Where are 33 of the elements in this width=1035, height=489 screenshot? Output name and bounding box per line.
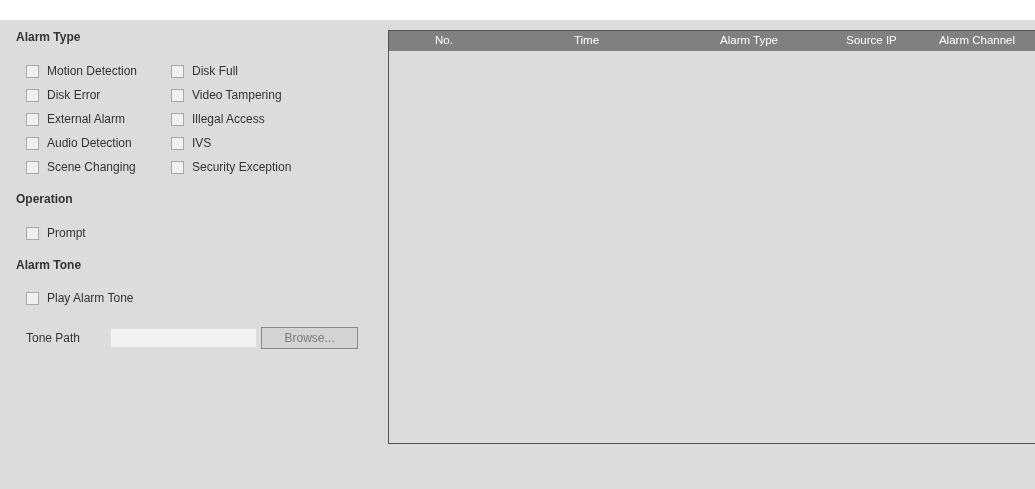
- checkbox-label: Motion Detection: [47, 63, 138, 80]
- checkbox[interactable]: [26, 64, 39, 78]
- checkbox[interactable]: [171, 64, 184, 78]
- field-label: Tone Path: [26, 330, 82, 347]
- section-heading: Operation: [16, 191, 74, 208]
- checkbox[interactable]: [171, 88, 184, 102]
- checkbox-label: Illegal Access: [192, 111, 265, 128]
- checkbox[interactable]: [26, 88, 39, 102]
- checkbox-label: Security Exception: [192, 159, 292, 176]
- checkbox-label: Disk Full: [192, 63, 238, 80]
- checkbox[interactable]: [26, 112, 39, 126]
- checkbox-label: Audio Detection: [47, 135, 132, 152]
- column-header: No.: [435, 33, 453, 49]
- checkbox[interactable]: [171, 136, 184, 150]
- checkbox[interactable]: [26, 226, 39, 240]
- checkbox-label: Disk Error: [47, 87, 101, 104]
- checkbox[interactable]: [171, 112, 184, 126]
- checkbox-label: Play Alarm Tone: [47, 290, 134, 307]
- checkbox[interactable]: [26, 160, 39, 174]
- checkbox-label: External Alarm: [47, 111, 126, 128]
- column-header: Alarm Type: [720, 33, 778, 49]
- checkbox-label: Scene Changing: [47, 159, 136, 176]
- column-header: Time: [573, 33, 600, 49]
- section-heading: Alarm Tone: [16, 257, 83, 274]
- checkbox-label: Video Tampering: [192, 87, 282, 104]
- checkbox[interactable]: [171, 160, 184, 174]
- checkbox[interactable]: [26, 291, 39, 305]
- checkbox-label: IVS: [192, 135, 212, 152]
- section-heading: Alarm Type: [16, 29, 82, 46]
- checkbox[interactable]: [26, 136, 39, 150]
- checkbox-label: Prompt: [47, 225, 86, 242]
- column-header: Alarm Channel: [938, 33, 1016, 49]
- column-header: Source IP: [846, 33, 897, 49]
